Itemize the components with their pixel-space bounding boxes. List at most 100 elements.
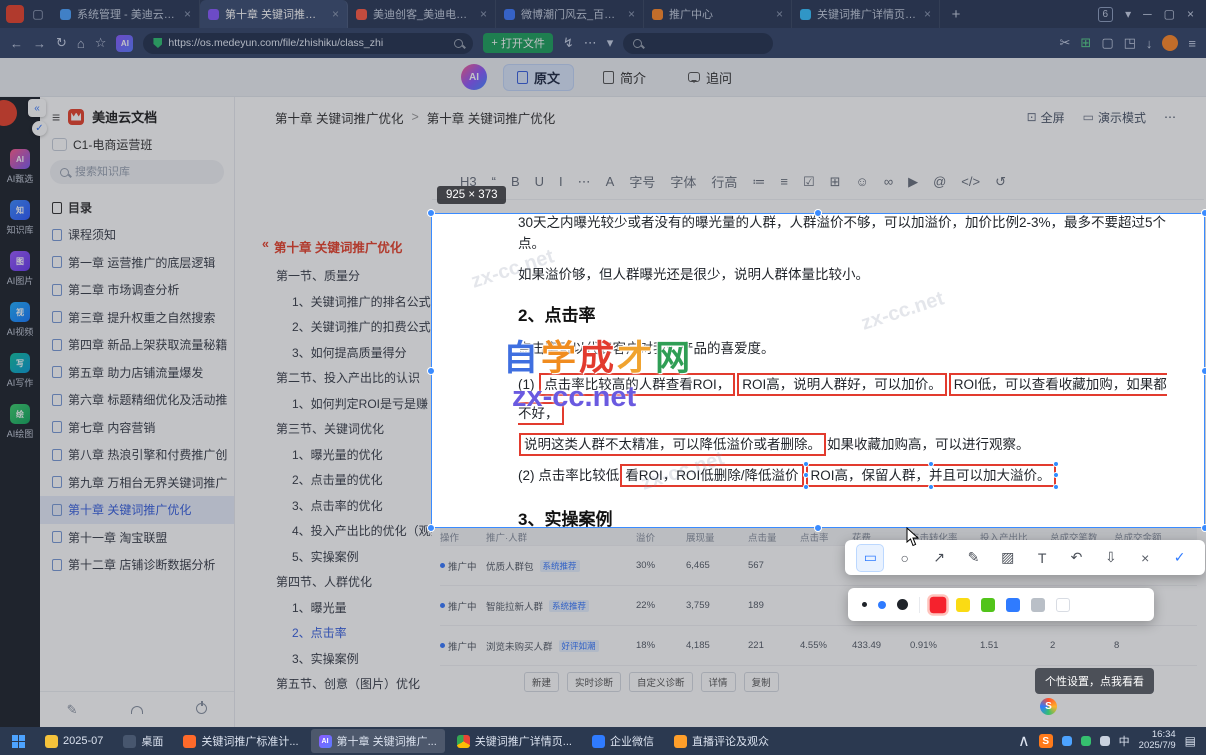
tab-close-icon[interactable]: × (184, 7, 191, 21)
chapter-item[interactable]: 第九章 万相台无界关键词推广 (40, 469, 234, 497)
rail-item[interactable]: 视 AI视频 (7, 302, 33, 338)
taskbar-item[interactable]: AI 第十章 关键词推广... (310, 729, 445, 753)
rail-item[interactable]: AI AI甄选 (7, 149, 33, 185)
tab-close-icon[interactable]: × (480, 7, 487, 21)
toolbar-chevron-icon[interactable]: ▾ (607, 35, 614, 51)
browser-tab[interactable]: 关键词推广详情页_万... × (792, 0, 940, 28)
selection-handle[interactable] (814, 524, 822, 532)
taskbar-item[interactable]: 关键词推广详情页... (449, 729, 580, 753)
taskbar-item[interactable]: 2025-07 (37, 729, 111, 753)
screenshot-scissors-icon[interactable]: ✂ (1060, 35, 1071, 51)
taskbar-item[interactable]: 企业微信 (584, 729, 662, 753)
chapter-item[interactable]: 第一章 运营推广的底层逻辑 (40, 249, 234, 277)
tab-ask[interactable]: 追问 (675, 64, 745, 91)
maximize-button[interactable]: ▢ (1164, 7, 1175, 21)
chapter-item[interactable]: 课程须知 (40, 221, 234, 249)
annotation-handle[interactable] (1052, 472, 1059, 479)
collapse-toc-icon[interactable]: « (262, 237, 269, 256)
table-row[interactable]: 推广中 浏览未购买人群 好评如潮 18% 4,185 221 4.55% 433.… (440, 626, 1197, 666)
tray-wps-icon[interactable]: S (1038, 734, 1053, 748)
annotation-handle[interactable] (927, 460, 934, 467)
toc-item[interactable]: 第三节、关键词优化 (262, 417, 434, 443)
editor-tool-button[interactable]: ≡ (780, 174, 788, 189)
color-swatch[interactable] (1056, 597, 1070, 612)
course-item[interactable]: C1-电商运营班 (52, 136, 222, 153)
editor-tool-button[interactable]: I (559, 174, 563, 189)
annotation-handle[interactable] (802, 472, 809, 479)
rail-item[interactable]: 知 知识库 (6, 200, 34, 236)
url-bar[interactable]: https://os.medeyun.com/file/zhishiku/cla… (143, 32, 474, 54)
annotation-tool[interactable]: T (1029, 545, 1055, 571)
browser-tab[interactable]: 系统管理 - 美迪云管理... × (52, 0, 200, 28)
table-action-button[interactable]: 详情 (700, 672, 736, 692)
editor-tool-button[interactable]: ⊞ (830, 174, 841, 190)
chapter-item[interactable]: 第二章 市场调查分析 (40, 276, 234, 304)
doc-text-segment[interactable]: (2) 点击率比较低 (518, 468, 619, 483)
quick-search-box[interactable] (623, 32, 826, 54)
selection-handle[interactable] (427, 366, 435, 375)
power-icon[interactable] (196, 701, 208, 717)
doc-text-segment[interactable]: 说明这类人群不太精准，可以降低溢价或者删除。 (519, 432, 826, 456)
annotation-handle[interactable] (802, 460, 809, 467)
back-button[interactable]: ← (10, 36, 23, 51)
pin-check-icon[interactable]: ✓ (32, 121, 47, 136)
taskbar-item[interactable]: 桌面 (115, 729, 171, 753)
annotation-tool[interactable]: ⇩ (1098, 545, 1124, 571)
profile-avatar[interactable] (1162, 35, 1179, 51)
table-action-button[interactable]: 新建 (524, 672, 560, 692)
tab-intro[interactable]: 简介 (590, 64, 659, 91)
breadcrumb-parent[interactable]: 第十章 关键词推广优化 (275, 108, 403, 127)
tab-count-badge[interactable]: 6 (1097, 6, 1114, 22)
annotation-tool[interactable]: ▭ (856, 543, 885, 572)
quick-search-input[interactable] (648, 35, 826, 51)
tray-app-icon[interactable] (1080, 736, 1091, 746)
selection-handle[interactable] (1201, 524, 1206, 532)
apps-grid-icon[interactable]: ⊞ (1080, 35, 1091, 51)
toc-item[interactable]: 1、曝光量的优化 (262, 443, 434, 469)
color-swatch[interactable] (927, 593, 949, 616)
stroke-size-large[interactable] (897, 599, 908, 610)
tab-original[interactable]: 原文 (502, 63, 574, 91)
extensions-puzzle-icon[interactable]: ◳ (1124, 35, 1136, 51)
ai-extension-icon[interactable]: AI (116, 34, 134, 52)
doc-text-segment[interactable]: 看ROI，ROI低删除/降低溢价 (620, 463, 804, 487)
editor-tool-button[interactable]: 字体 (670, 172, 696, 191)
doc-text-segment[interactable]: 如果收藏加购高，可以进行观察。 (827, 437, 1030, 452)
toc-item[interactable]: 1、曝光量 (262, 596, 434, 622)
download-icon[interactable]: ↓ (1146, 36, 1153, 51)
new-tab-button[interactable]: + (944, 6, 968, 23)
tray-app-icon[interactable] (1061, 736, 1072, 746)
chapter-item[interactable]: 第十一章 淘宝联盟 (40, 524, 234, 552)
present-mode-button[interactable]: ▭ 演示模式 (1083, 109, 1146, 126)
tab-close-icon[interactable]: × (628, 7, 635, 21)
editor-tool-button[interactable]: </> (961, 174, 980, 189)
editor-tool-button[interactable]: ↺ (995, 174, 1006, 190)
tray-app-icon[interactable] (1099, 736, 1110, 746)
toc-item[interactable]: 3、实操案例 (262, 647, 434, 673)
clock[interactable]: 16:34 2025/7/9 (1139, 729, 1176, 752)
home-button[interactable]: ⌂ (77, 36, 85, 51)
toc-title[interactable]: «第十章 关键词推广优化 (262, 237, 434, 256)
chapter-item[interactable]: 第八章 热浪引擎和付费推广创 (40, 441, 234, 469)
tab-list-dropdown-icon[interactable]: ▾ (1125, 7, 1131, 21)
toc-item[interactable]: 2、点击量的优化 (262, 468, 434, 494)
toc-item[interactable]: 3、如何提高质量得分 (262, 341, 434, 367)
editor-tool-button[interactable]: @ (933, 174, 946, 189)
editor-tool-button[interactable]: 行高 (711, 172, 737, 191)
toc-item[interactable]: 2、关键词推广的扣费公式 (262, 315, 434, 341)
chapter-item[interactable]: 第五章 助力店铺流量爆发 (40, 359, 234, 387)
toc-item[interactable]: 1、如何判定ROI是亏是赚 (262, 392, 434, 418)
sidebar-search-input[interactable] (75, 166, 195, 178)
chapter-item[interactable]: 第七章 内容营销 (40, 414, 234, 442)
color-swatch[interactable] (956, 597, 970, 612)
assistant-s-icon[interactable]: S (1040, 698, 1057, 715)
annotation-handle[interactable] (1052, 483, 1059, 490)
support-headset-icon[interactable] (130, 702, 143, 717)
toc-item[interactable]: 1、关键词推广的排名公式 (262, 290, 434, 316)
editor-tool-button[interactable]: B (511, 174, 520, 189)
toc-item[interactable]: 第五节、创意（图片）优化 (262, 672, 434, 698)
browser-tab[interactable]: 美迪创客_美迪电商_美... × (348, 0, 496, 28)
lightning-icon[interactable]: ↯ (563, 35, 574, 51)
chapter-item[interactable]: 第十章 关键词推广优化 (40, 496, 234, 524)
color-swatch[interactable] (1006, 597, 1020, 612)
